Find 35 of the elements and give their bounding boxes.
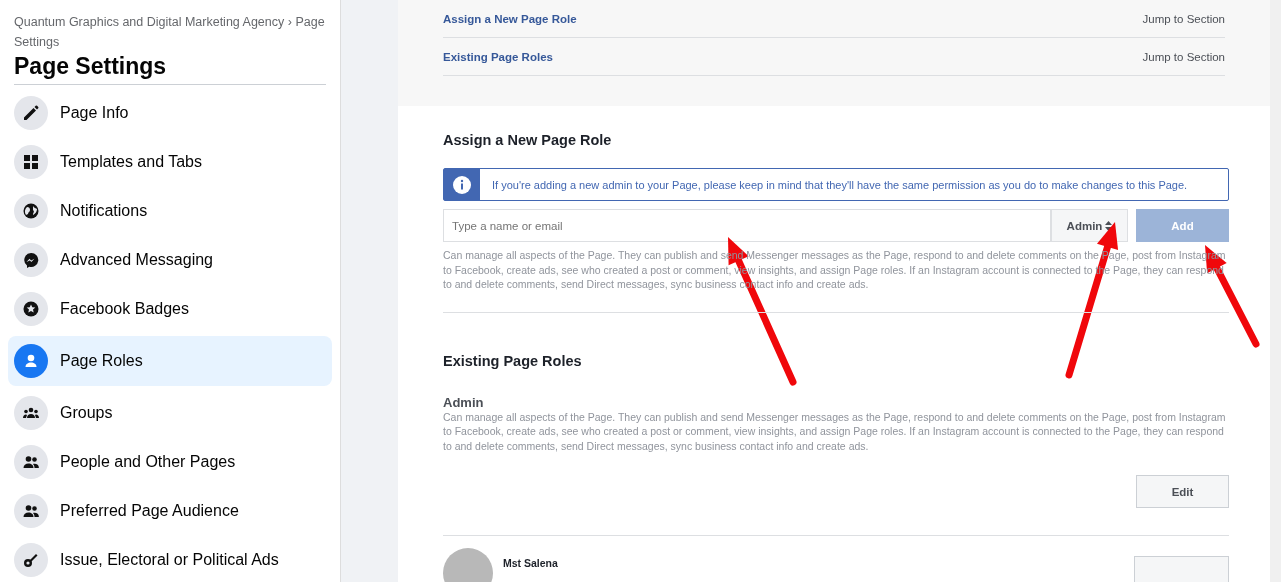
sidebar-item[interactable]: Notifications <box>8 189 332 233</box>
sidebar-item[interactable]: Preferred Page Audience <box>8 489 332 533</box>
jump-to-section-link[interactable]: Jump to Section <box>1142 12 1225 25</box>
breadcrumb[interactable]: Quantum Graphics and Digital Marketing Agency › Page Settings <box>8 12 332 52</box>
section-link[interactable]: Existing Page Roles <box>443 50 553 63</box>
person-name[interactable]: Mst Salena <box>503 557 1124 569</box>
sidebar-item[interactable]: Templates and Tabs <box>8 140 332 184</box>
role-description: Can manage all aspects of the Page. They can publish and send Messenger messages as the Page, respond to and delete comments on the Page, post from Instagram to Facebook, create ads, see who created a post or comment, view insights, and assign Page roles. If an Instagram account is connected to the Page, they can respond to and delete comments, send Direct messages, sync business contact info and create ads. <box>443 409 1227 453</box>
people-icon <box>14 445 48 479</box>
name-input-field[interactable]: Type a name or email <box>443 209 1051 242</box>
info-text: If you're adding a new admin to your Page, please keep in mind that they'll have the same permission as you do to make changes to this Page. <box>491 178 1188 191</box>
page-title: Page Settings <box>14 53 326 85</box>
sidebar-item[interactable]: Advanced Messaging <box>8 238 332 282</box>
sidebar-item[interactable]: People and Other Pages <box>8 440 332 484</box>
role-name: Admin <box>443 394 485 410</box>
section-heading: Assign a New Page Role <box>443 132 613 148</box>
messenger-icon <box>14 243 48 277</box>
edit-button[interactable]: Edit <box>1136 475 1229 508</box>
group-icon <box>14 396 48 430</box>
section-link[interactable]: Assign a New Page Role <box>443 12 577 25</box>
sidebar-item[interactable]: Groups <box>8 391 332 435</box>
sidebar-item[interactable]: Issue, Electoral or Political Ads <box>8 538 332 582</box>
sidebar-item[interactable]: Page Info <box>8 91 332 135</box>
section-heading: Existing Page Roles <box>443 352 583 369</box>
role-dropdown[interactable]: Admin <box>1051 209 1128 242</box>
sidebar-item[interactable]: Facebook Badges <box>8 287 332 331</box>
jump-to-section-link[interactable]: Jump to Section <box>1142 50 1225 63</box>
sort-arrows-icon <box>1105 220 1113 231</box>
people-icon <box>14 494 48 528</box>
key-icon <box>14 543 48 577</box>
pencil-icon <box>14 96 48 130</box>
sidebar-item[interactable]: Page Roles <box>8 336 332 386</box>
person-icon <box>14 344 48 378</box>
grid-icon <box>14 145 48 179</box>
globe-icon <box>14 194 48 228</box>
